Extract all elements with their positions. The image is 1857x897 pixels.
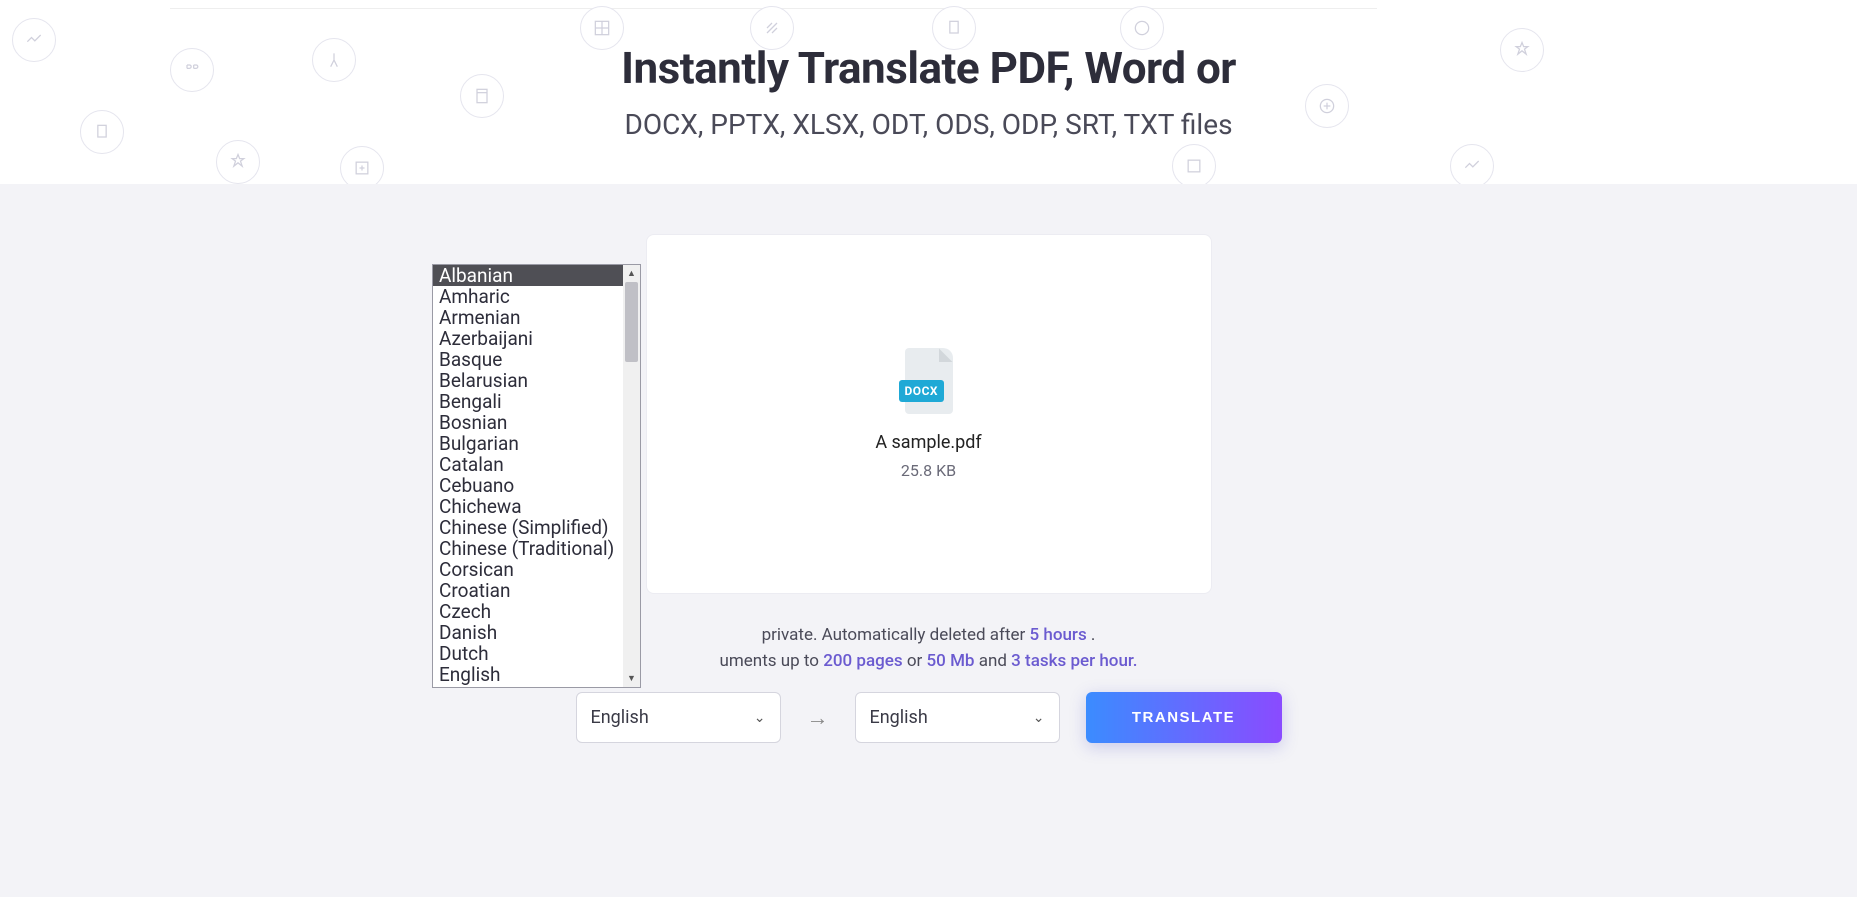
arrow-right-icon: → <box>807 705 829 731</box>
dropdown-option[interactable]: Cebuano <box>433 475 623 496</box>
headline-title: Instantly Translate PDF, Word or <box>0 42 1857 94</box>
scroll-up-button[interactable]: ▲ <box>623 265 640 282</box>
dropdown-option[interactable]: Amharic <box>433 286 623 307</box>
dropdown-option[interactable]: Belarusian <box>433 370 623 391</box>
dropdown-option[interactable]: Chinese (Traditional) <box>433 538 623 559</box>
file-size: 25.8 KB <box>901 461 956 480</box>
from-language-select[interactable]: English ⌄ <box>576 692 781 743</box>
scroll-down-button[interactable]: ▼ <box>623 670 640 687</box>
translate-button[interactable]: TRANSLATE <box>1086 692 1282 743</box>
info-text: private. Automatically deleted after 5 h… <box>579 622 1279 675</box>
chevron-down-icon: ⌄ <box>1033 710 1045 726</box>
file-card: DOCX A sample.pdf 25.8 KB <box>646 234 1212 594</box>
dropdown-option[interactable]: Bosnian <box>433 412 623 433</box>
dropdown-option[interactable]: Armenian <box>433 307 623 328</box>
scroll-thumb[interactable] <box>625 282 638 362</box>
dropdown-option[interactable]: Basque <box>433 349 623 370</box>
headline-subtitle: DOCX, PPTX, XLSX, ODT, ODS, ODP, SRT, TX… <box>0 108 1857 141</box>
file-name: A sample.pdf <box>875 432 981 453</box>
dropdown-option[interactable]: Chichewa <box>433 496 623 517</box>
dropdown-option[interactable]: Corsican <box>433 559 623 580</box>
dropdown-option[interactable]: English <box>433 664 623 685</box>
dropdown-option[interactable]: Bulgarian <box>433 433 623 454</box>
dropdown-option[interactable]: Albanian <box>433 265 623 286</box>
language-dropdown-list[interactable]: AlbanianAmharicArmenianAzerbaijaniBasque… <box>432 264 641 688</box>
file-icon: DOCX <box>901 348 957 414</box>
dropdown-option[interactable]: Danish <box>433 622 623 643</box>
to-language-select[interactable]: English ⌄ <box>855 692 1060 743</box>
to-language-value: English <box>870 707 928 728</box>
dropdown-option[interactable]: Chinese (Simplified) <box>433 517 623 538</box>
dropdown-option[interactable]: Catalan <box>433 454 623 475</box>
file-badge: DOCX <box>899 380 945 402</box>
dropdown-option[interactable]: Czech <box>433 601 623 622</box>
chevron-down-icon: ⌄ <box>754 710 766 726</box>
from-language-value: English <box>591 707 649 728</box>
dropdown-option[interactable]: Bengali <box>433 391 623 412</box>
dropdown-option[interactable]: Croatian <box>433 580 623 601</box>
dropdown-option[interactable]: Azerbaijani <box>433 328 623 349</box>
dropdown-scrollbar[interactable]: ▲ ▼ <box>623 265 640 687</box>
dropdown-option[interactable]: Dutch <box>433 643 623 664</box>
